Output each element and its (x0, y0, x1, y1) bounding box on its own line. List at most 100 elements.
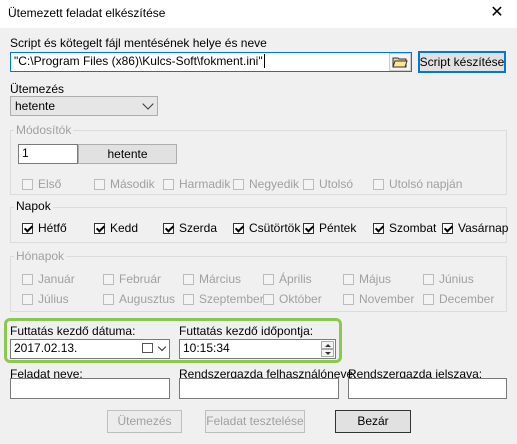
month-october[interactable]: Október (263, 292, 322, 306)
text-cursor (263, 54, 265, 68)
month-january[interactable]: Január (22, 272, 75, 286)
start-time-picker[interactable]: 10:15:34 (179, 339, 336, 359)
checkbox (373, 222, 384, 234)
checkbox (343, 293, 354, 305)
month-june[interactable]: Június (423, 272, 474, 286)
checkbox (442, 222, 453, 234)
calendar-icon[interactable] (142, 343, 153, 353)
script-path-input[interactable]: "C:\Program Files (x86)\Kulcs-Soft\fokme… (10, 52, 412, 72)
schedule-select[interactable]: hetente (10, 96, 158, 116)
chevron-down-icon[interactable] (157, 342, 167, 352)
day-friday[interactable]: Péntek (303, 221, 356, 235)
month-label: Október (279, 292, 322, 306)
checkbox (343, 273, 354, 285)
checkbox (94, 222, 105, 234)
modifier-option-third[interactable]: Harmadik (163, 177, 230, 191)
admin-password-input[interactable] (348, 378, 507, 399)
day-label: Csütörtök (249, 221, 301, 235)
spin-up-icon[interactable] (321, 341, 334, 349)
modifier-period-button[interactable]: hetente (78, 144, 177, 164)
day-tuesday[interactable]: Kedd (94, 221, 138, 235)
month-label: Április (279, 272, 312, 286)
browse-folder-button[interactable] (389, 53, 411, 71)
start-time-label: Futtatás kezdő időpontja: (179, 324, 314, 338)
checkbox (423, 273, 434, 285)
day-label: Vasárnap (458, 221, 509, 235)
checkbox (423, 293, 434, 305)
spin-down-icon[interactable] (321, 349, 334, 357)
checkbox (303, 178, 314, 190)
checkbox (22, 178, 33, 190)
month-november[interactable]: November (343, 292, 414, 306)
checkbox (22, 293, 33, 305)
folder-open-icon (392, 57, 408, 68)
month-label: Augusztus (119, 292, 176, 306)
month-april[interactable]: Április (263, 272, 312, 286)
checkbox (103, 293, 114, 305)
checkbox (163, 222, 174, 234)
checkbox (103, 273, 114, 285)
task-name-input[interactable] (10, 378, 170, 399)
checkbox (163, 178, 174, 190)
modifier-option-fourth[interactable]: Negyedik (233, 177, 299, 191)
day-monday[interactable]: Hétfő (22, 221, 67, 235)
schedule-selected-value: hetente (15, 99, 56, 113)
modifier-option-first[interactable]: Első (22, 177, 61, 191)
day-wednesday[interactable]: Szerda (163, 221, 217, 235)
close-icon[interactable]: ✕ (485, 3, 509, 23)
close-button[interactable]: Bezár (335, 410, 411, 433)
window-title: Ütemezett feladat elkészítése (8, 6, 166, 20)
start-date-value: 2017.02.13. (14, 341, 78, 355)
modifier-option-last[interactable]: Utolsó (303, 177, 353, 191)
month-label: Július (38, 292, 69, 306)
month-september[interactable]: Szeptember (183, 292, 264, 306)
month-label: December (439, 292, 495, 306)
modifier-option-last-day[interactable]: Utolsó napján (373, 177, 462, 191)
script-path-value: "C:\Program Files (x86)\Kulcs-Soft\fokme… (14, 54, 263, 68)
checkbox (183, 273, 194, 285)
checkbox (94, 178, 105, 190)
checkbox (22, 273, 33, 285)
create-script-button[interactable]: Script készítése (418, 51, 506, 73)
chevron-down-icon (142, 98, 154, 110)
day-thursday[interactable]: Csütörtök (233, 221, 300, 235)
modifiers-group-title: Módosítók (14, 123, 74, 137)
month-label: Május (359, 272, 392, 286)
modifier-option-second[interactable]: Második (94, 177, 155, 191)
schedule-label: Ütemezés (10, 82, 65, 96)
start-date-picker[interactable]: 2017.02.13. (10, 339, 170, 359)
day-label: Hétfő (38, 221, 67, 235)
script-path-label: Script és kötegelt fájl mentésének helye… (10, 36, 267, 50)
admin-user-input[interactable] (179, 378, 339, 399)
checkbox (303, 222, 314, 234)
modifier-option-label: Utolsó (319, 177, 354, 191)
day-label: Szombat (389, 221, 437, 235)
dialog-window: Ütemezett feladat elkészítése ✕ Script é… (0, 0, 517, 444)
month-may[interactable]: Május (343, 272, 391, 286)
day-label: Péntek (319, 221, 357, 235)
month-label: Január (38, 272, 75, 286)
title-bar: Ütemezett feladat elkészítése ✕ (0, 0, 517, 28)
day-sunday[interactable]: Vasárnap (442, 221, 508, 235)
month-march[interactable]: Március (183, 272, 241, 286)
schedule-button[interactable]: Ütemezés (107, 410, 182, 433)
test-task-button[interactable]: Feladat tesztelése (205, 410, 305, 433)
month-label: Február (119, 272, 162, 286)
checkbox (373, 178, 384, 190)
modifier-number-input[interactable]: 1 (18, 144, 78, 164)
months-group-title: Hónapok (14, 249, 67, 263)
modifier-option-label: Második (110, 177, 155, 191)
month-august[interactable]: Augusztus (103, 292, 175, 306)
day-saturday[interactable]: Szombat (373, 221, 436, 235)
checkbox (263, 273, 274, 285)
day-label: Kedd (110, 221, 139, 235)
month-label: Június (439, 272, 474, 286)
checkbox (233, 222, 244, 234)
checkbox (183, 293, 194, 305)
month-december[interactable]: December (423, 292, 494, 306)
month-label: Március (199, 272, 242, 286)
month-february[interactable]: Február (103, 272, 161, 286)
month-july[interactable]: Július (22, 292, 69, 306)
checkbox (22, 222, 33, 234)
month-label: Szeptember (199, 292, 264, 306)
